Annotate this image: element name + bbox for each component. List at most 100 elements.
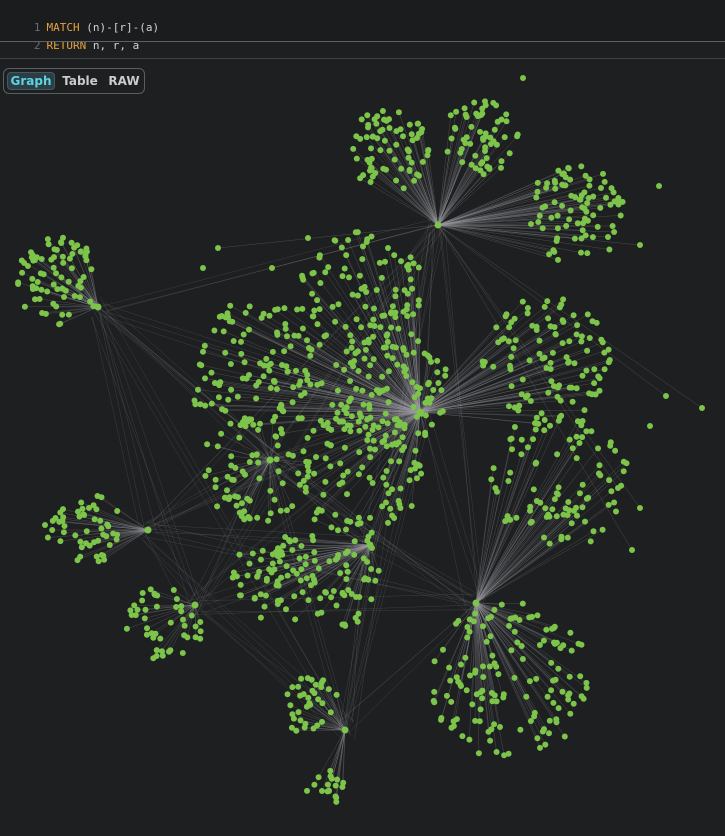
graph-node[interactable] [466,616,473,623]
graph-node[interactable] [227,361,234,367]
graph-node[interactable] [304,463,311,470]
graph-node[interactable] [607,439,614,446]
graph-node[interactable] [362,303,369,310]
graph-node[interactable] [370,316,377,323]
graph-node[interactable] [123,625,130,632]
graph-node[interactable] [297,692,304,699]
graph-node[interactable] [290,384,297,391]
graph-node[interactable] [224,487,230,494]
graph-node[interactable] [106,542,113,548]
graph-node[interactable] [139,597,146,604]
graph-node[interactable] [167,619,174,626]
graph-node[interactable] [534,735,541,742]
graph-node[interactable] [78,544,85,551]
graph-node[interactable] [379,503,386,510]
graph-node[interactable] [519,376,526,383]
graph-node[interactable] [218,430,225,437]
graph-node[interactable] [391,515,398,521]
graph-node[interactable] [65,278,72,285]
graph-node[interactable] [339,273,346,280]
graph-node[interactable] [453,674,460,681]
graph-node[interactable] [110,530,117,537]
graph-node[interactable] [403,373,410,379]
graph-node[interactable] [397,126,404,133]
graph-node[interactable] [254,573,261,580]
graph-node[interactable] [364,416,371,423]
graph-node[interactable] [178,608,185,615]
graph-node[interactable] [384,352,391,359]
graph-node[interactable] [431,699,438,706]
graph-node[interactable] [359,387,366,394]
graph-node[interactable] [566,673,573,680]
graph-node[interactable] [356,427,363,434]
graph-node[interactable] [215,245,221,251]
graph-node[interactable] [274,442,281,449]
graph-node[interactable] [395,325,402,332]
graph-node[interactable] [366,159,373,166]
graph-node[interactable] [78,248,84,255]
graph-node[interactable] [61,294,67,300]
graph-node[interactable] [536,642,543,648]
graph-node[interactable] [581,407,588,414]
graph-node[interactable] [159,648,165,655]
graph-node[interactable] [536,212,543,219]
graph-node[interactable] [509,446,515,453]
graph-node[interactable] [305,235,311,241]
graph-node[interactable] [365,373,372,380]
graph-node[interactable] [373,387,380,394]
graph-node[interactable] [608,488,615,495]
graph-node[interactable] [584,200,591,207]
graph-node[interactable] [311,549,318,556]
graph-node[interactable] [573,331,580,338]
graph-node[interactable] [530,436,536,443]
graph-node[interactable] [489,698,496,705]
graph-node[interactable] [386,125,393,131]
graph-node[interactable] [533,459,540,466]
graph-node[interactable] [242,309,249,316]
graph-node[interactable] [351,538,358,545]
graph-node[interactable] [543,513,550,520]
graph-node[interactable] [413,384,420,390]
graph-node[interactable] [392,286,399,293]
graph-node[interactable] [615,485,621,491]
graph-node[interactable] [379,418,386,425]
graph-node[interactable] [368,596,375,603]
graph-node[interactable] [435,380,442,386]
graph-node[interactable] [289,503,296,510]
graph-node[interactable] [283,363,290,370]
graph-node[interactable] [419,126,426,132]
graph-node[interactable] [341,366,348,373]
graph-node[interactable] [548,214,555,221]
graph-node[interactable] [358,324,365,331]
graph-node[interactable] [351,551,358,558]
graph-node[interactable] [393,344,399,351]
graph-node[interactable] [566,384,573,391]
graph-node[interactable] [300,448,307,455]
graph-node[interactable] [233,502,240,509]
graph-node[interactable] [342,550,349,557]
graph-node[interactable] [356,594,363,600]
graph-node[interactable] [577,673,584,680]
graph-node[interactable] [313,454,319,460]
graph-node[interactable] [152,630,159,637]
graph-node[interactable] [311,470,318,477]
graph-node[interactable] [105,523,112,530]
graph-node[interactable] [343,348,350,355]
graph-node[interactable] [495,671,502,678]
graph-node[interactable] [368,145,374,152]
graph-node[interactable] [358,413,365,420]
graph-node[interactable] [339,621,346,628]
graph-node[interactable] [598,336,605,343]
graph-node[interactable] [339,784,346,790]
graph-node[interactable] [507,469,514,476]
graph-node[interactable] [53,303,60,310]
graph-node[interactable] [330,588,337,594]
graph-node[interactable] [114,508,121,514]
graph-node[interactable] [178,603,185,610]
graph-node[interactable] [489,652,496,659]
graph-node[interactable] [383,166,389,173]
graph-node[interactable] [266,566,273,573]
graph-node[interactable] [298,543,305,549]
graph-node[interactable] [267,385,274,391]
graph-node[interactable] [260,310,267,317]
